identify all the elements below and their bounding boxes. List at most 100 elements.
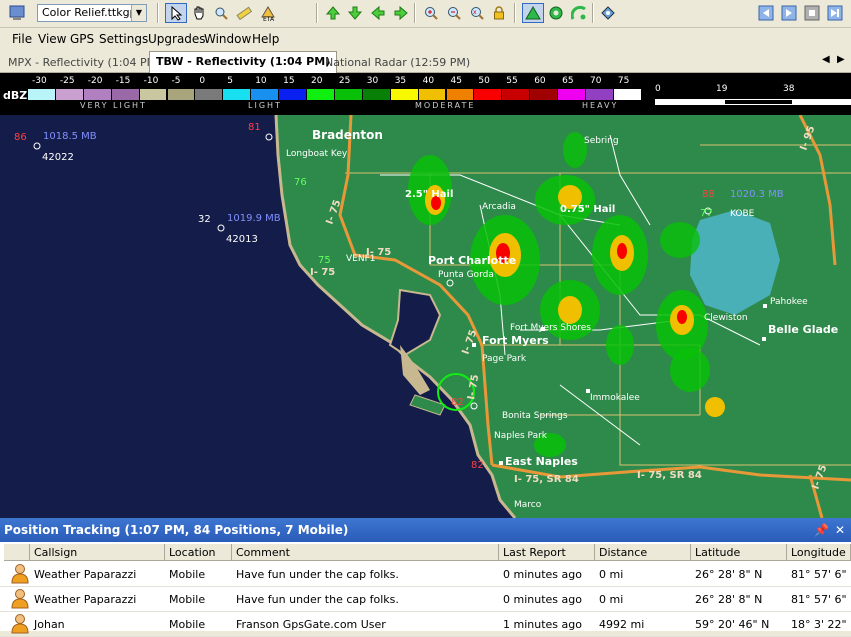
column-header-latitude[interactable]: Latitude (691, 544, 787, 561)
tab-mpx-reflectivity[interactable]: MPX - Reflectivity (1:04 PM) (2, 53, 166, 72)
cell-callsign: Weather Paparazzi (34, 568, 137, 581)
city-label: Port Charlotte (428, 254, 516, 267)
temperature-label: 77 (700, 208, 713, 219)
legend-swatch (390, 89, 418, 100)
stop-icon[interactable] (801, 3, 823, 23)
radar-circle-icon[interactable] (545, 3, 567, 23)
back-frame-icon[interactable] (755, 3, 777, 23)
zoom-tool-icon[interactable] (210, 3, 232, 23)
temperature-label: 82 (451, 397, 464, 408)
cell-comment: Have fun under the cap folks. (236, 593, 399, 606)
buoy-pressure: 1019.9 MB (227, 213, 281, 224)
scale-bar-white (655, 99, 724, 105)
column-header-distance[interactable]: Distance (595, 544, 691, 561)
user-avatar-icon (6, 612, 30, 637)
panel-title: Position Tracking (1:07 PM, 84 Positions… (0, 518, 851, 542)
measure-ruler-icon[interactable] (233, 3, 255, 23)
forward-frame-icon[interactable] (778, 3, 800, 23)
zoom-out-icon[interactable] (443, 3, 465, 23)
city-label: East Naples (505, 455, 578, 468)
menu-view[interactable]: View (38, 32, 66, 46)
cell-last-report: 0 minutes ago (503, 568, 582, 581)
legend-tick-label: 5 (227, 76, 234, 86)
city-label: Marco (514, 500, 542, 510)
user-avatar-icon (6, 587, 30, 612)
gps-device-icon[interactable] (6, 3, 28, 23)
city-label: Page Park (482, 354, 527, 364)
column-header-longitude[interactable]: Longitude (787, 544, 851, 561)
legend-swatch (558, 89, 585, 100)
document-tabs: MPX - Reflectivity (1:04 PM) TBW - Refle… (0, 50, 851, 74)
pan-up-arrow-icon[interactable] (322, 3, 344, 23)
menu-settings[interactable]: Settings (99, 32, 148, 46)
tab-scroll-left-icon[interactable]: ◀ (822, 54, 830, 65)
cell-callsign: Weather Paparazzi (34, 593, 137, 606)
tab-tbw-reflectivity[interactable]: TBW - Reflectivity (1:04 PM) (149, 51, 338, 74)
eta-icon[interactable]: ETA (257, 3, 279, 23)
legend-swatch (446, 89, 474, 100)
menu-window[interactable]: Window (204, 32, 251, 46)
legend-swatch (83, 89, 111, 100)
legend-swatch (502, 89, 530, 100)
pan-down-arrow-icon[interactable] (344, 3, 366, 23)
table-row[interactable]: Johan Mobile Franson GpsGate.com User 1 min… (0, 612, 851, 637)
distance-scale: 0 19 38 (652, 75, 851, 113)
menu-gps[interactable]: GPS (70, 32, 94, 46)
legend-category-very-light: VERY LIGHT (80, 101, 147, 110)
step-frame-icon[interactable] (824, 3, 846, 23)
menu-help[interactable]: Help (252, 32, 279, 46)
city-label: Bradenton (312, 128, 383, 142)
pin-icon[interactable]: 📌 (814, 518, 829, 542)
lock-icon[interactable] (488, 3, 510, 23)
legend-category-light: LIGHT (248, 101, 282, 110)
city-label: Longboat Key (286, 149, 348, 159)
legend-tick-label: 25 (338, 76, 351, 86)
legend-tick-label: -10 (143, 76, 159, 86)
legend-swatch (55, 89, 83, 100)
legend-swatch (167, 89, 195, 100)
chevron-down-icon[interactable]: ▼ (131, 5, 146, 21)
select-pointer-icon[interactable] (165, 3, 187, 23)
pan-left-arrow-icon[interactable] (367, 3, 389, 23)
pan-hand-icon[interactable] (188, 3, 210, 23)
toolbar-separator (592, 3, 594, 23)
buoy-temp: 88 (702, 189, 715, 200)
pan-right-arrow-icon[interactable] (390, 3, 412, 23)
highway-label: I- 75, SR 84 (514, 474, 579, 485)
legend-tick-label: -5 (171, 76, 181, 86)
map-canvas[interactable]: Bradenton Longboat Key Sebring Arcadia Port … (0, 115, 851, 518)
legend-tick-label: 40 (422, 76, 435, 86)
radar-triangle-icon[interactable] (522, 3, 544, 23)
map-file-select[interactable]: Color Relief.ttkgp ▼ (37, 4, 147, 22)
column-header-comment[interactable]: Comment (232, 544, 499, 561)
table-row[interactable]: Weather Paparazzi Mobile Have fun under th… (0, 562, 851, 587)
table-row[interactable]: Weather Paparazzi Mobile Have fun under th… (0, 587, 851, 612)
tab-national-radar[interactable]: National Radar (12:59 PM) (319, 53, 476, 72)
svg-text:x: x (473, 9, 477, 16)
legend-tick-label: 0 (199, 76, 206, 86)
radar-sweep-icon[interactable] (568, 3, 590, 23)
zoom-in-icon[interactable] (420, 3, 442, 23)
city-label: Fort Myers Shores (510, 323, 591, 333)
column-header-callsign[interactable]: Callsign (30, 544, 165, 561)
layers-diamond-icon[interactable] (597, 3, 619, 23)
city-label: KOBE (730, 209, 755, 219)
temperature-label: 81 (248, 122, 261, 133)
legend-swatch (586, 89, 613, 100)
menu-file[interactable]: File (12, 32, 32, 46)
legend-tick-label: -30 (32, 76, 47, 86)
cell-distance: 0 mi (599, 568, 624, 581)
column-header-last-report[interactable]: Last Report (499, 544, 595, 561)
legend-category-heavy: HEAVY (582, 101, 619, 110)
zoom-fit-icon[interactable]: x (466, 3, 488, 23)
menu-upgrades[interactable]: Upgrades (148, 32, 206, 46)
cell-callsign: Johan (34, 618, 65, 631)
legend-swatch (418, 89, 446, 100)
close-icon[interactable]: ✕ (835, 518, 845, 542)
buoy-pressure: 1020.3 MB (730, 189, 784, 200)
column-header-location[interactable]: Location (165, 544, 232, 561)
tab-scroll-right-icon[interactable]: ▶ (837, 54, 845, 65)
radar-map[interactable]: Bradenton Longboat Key Sebring Arcadia Port … (0, 115, 851, 518)
legend-tick-label: 35 (394, 76, 407, 86)
table-header-icon[interactable] (4, 544, 30, 561)
